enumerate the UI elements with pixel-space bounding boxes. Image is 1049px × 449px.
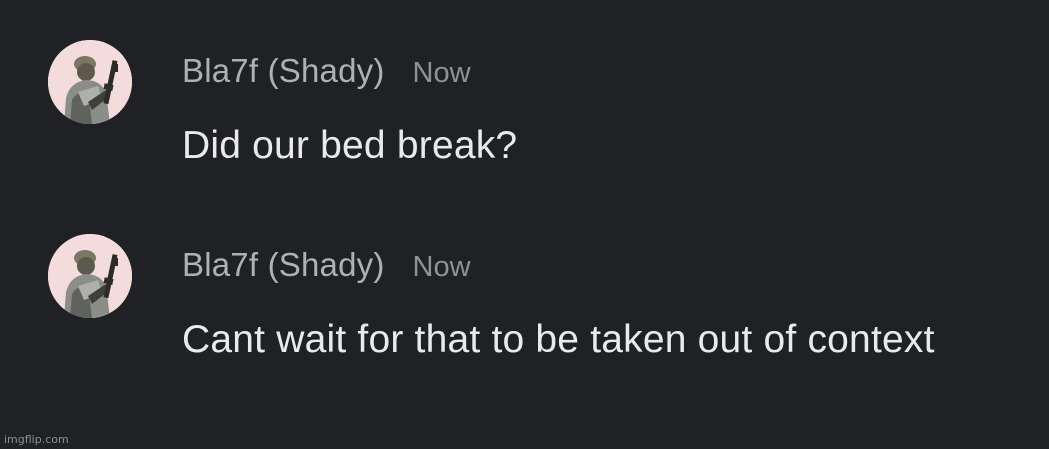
imgflip-watermark: imgflip.com (4, 433, 69, 446)
message-text: Did our bed break? (182, 124, 518, 167)
author-name[interactable]: Bla7f (Shady) (182, 246, 385, 283)
author-name[interactable]: Bla7f (Shady) (182, 52, 385, 89)
message-text: Cant wait for that to be taken out of co… (182, 318, 935, 361)
message-header: Bla7f (Shady) Now (182, 51, 471, 91)
soldier-avatar-icon[interactable] (48, 40, 132, 124)
message-timestamp: Now (412, 251, 471, 283)
message-header: Bla7f (Shady) Now (182, 245, 471, 285)
message-timestamp: Now (412, 57, 471, 89)
soldier-avatar-icon[interactable] (48, 234, 132, 318)
